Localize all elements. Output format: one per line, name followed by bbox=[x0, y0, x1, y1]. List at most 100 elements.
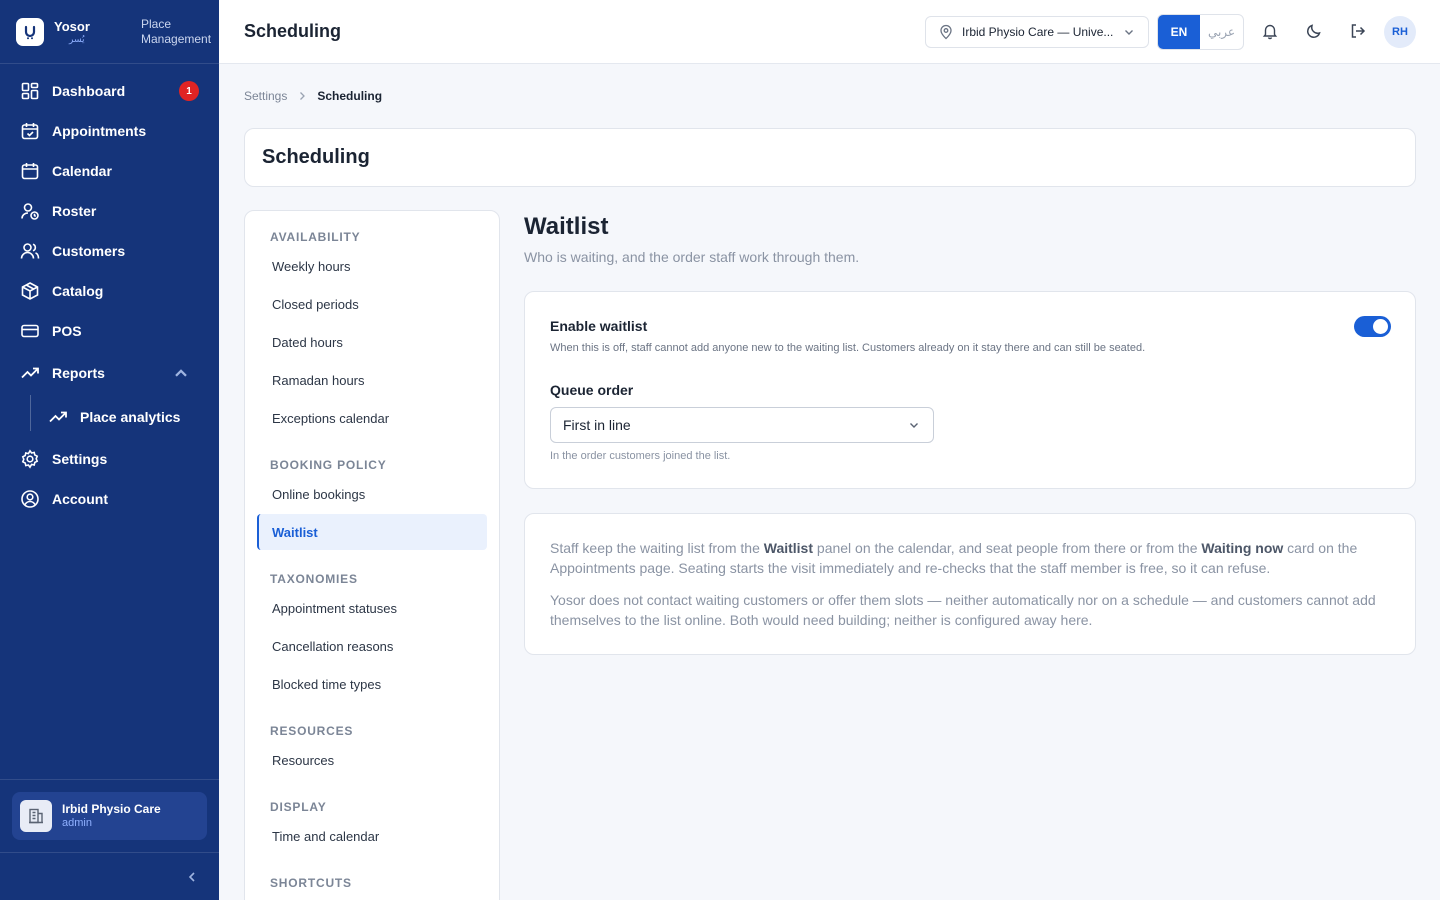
bell-icon[interactable] bbox=[1261, 22, 1279, 40]
subnav-item-blocked-time-types[interactable]: Blocked time types bbox=[257, 666, 487, 702]
sidebar-item-reports[interactable]: Reports bbox=[0, 351, 219, 395]
organization-switcher[interactable]: Irbid Physio Care admin bbox=[12, 792, 207, 840]
avatar[interactable]: RH bbox=[1384, 16, 1416, 48]
enable-waitlist-label: Enable waitlist bbox=[550, 318, 648, 334]
collapse-sidebar-button[interactable] bbox=[0, 852, 219, 900]
user-clock-icon bbox=[21, 203, 39, 220]
chevron-down-icon bbox=[1125, 30, 1133, 35]
moon-icon[interactable] bbox=[1305, 22, 1323, 40]
info-paragraph-1: Staff keep the waiting list from the Wai… bbox=[550, 540, 1358, 576]
section-title: Waitlist bbox=[524, 213, 609, 240]
sidebar-item-label: Reports bbox=[52, 365, 105, 381]
location-select[interactable]: Irbid Physio Care — Unive... bbox=[925, 16, 1149, 48]
sidebar-item-place-analytics[interactable]: Place analytics bbox=[0, 395, 219, 439]
subnav-item-closed-periods[interactable]: Closed periods bbox=[257, 286, 487, 322]
yosor-logo-icon bbox=[16, 17, 44, 46]
sidebar: Yosor يُسر Place Management Dashboard 1 … bbox=[0, 0, 219, 900]
map-pin-icon bbox=[940, 24, 952, 40]
queue-order-help: In the order customers joined the list. bbox=[550, 450, 731, 462]
language-arabic-button[interactable]: عربي bbox=[1200, 15, 1243, 49]
page-title: Scheduling bbox=[244, 21, 342, 41]
sidebar-item-pos[interactable]: POS bbox=[0, 311, 219, 351]
dashboard-icon bbox=[21, 82, 39, 100]
notification-badge: 1 bbox=[179, 81, 199, 101]
info-paragraph-2: Yosor does not contact waiting customers… bbox=[550, 592, 1376, 628]
subnav-heading-resources: RESOURCES bbox=[270, 724, 354, 738]
sidebar-nav: Dashboard 1 Appointments Calendar Roster… bbox=[0, 64, 219, 519]
sidebar-item-label: Catalog bbox=[52, 283, 104, 299]
credit-card-icon bbox=[21, 324, 39, 338]
sidebar-footer: Irbid Physio Care admin bbox=[0, 779, 219, 900]
sidebar-item-label: Calendar bbox=[52, 163, 112, 179]
chevron-up-icon[interactable] bbox=[171, 363, 191, 383]
enable-waitlist-help: When this is off, staff cannot add anyon… bbox=[550, 342, 1146, 354]
queue-order-value: First in line bbox=[563, 417, 631, 433]
sidebar-item-dashboard[interactable]: Dashboard 1 bbox=[0, 71, 219, 111]
settings-subnav: AVAILABILITY Weekly hours Closed periods… bbox=[244, 210, 500, 900]
brand-name-arabic: يُسر bbox=[69, 34, 85, 44]
subnav-heading-booking-policy: BOOKING POLICY bbox=[270, 458, 387, 472]
page-heading: Scheduling bbox=[262, 146, 370, 168]
subnav-item-online-bookings[interactable]: Online bookings bbox=[257, 476, 487, 512]
sidebar-item-label: Dashboard bbox=[52, 83, 126, 99]
users-icon bbox=[20, 243, 40, 259]
brand-subtitle-line2: Management bbox=[141, 31, 212, 46]
subnav-item-appointment-statuses[interactable]: Appointment statuses bbox=[257, 590, 487, 626]
sidebar-item-label: POS bbox=[52, 323, 82, 339]
waitlist-settings-card: Enable waitlist When this is off, staff … bbox=[524, 291, 1416, 489]
subnav-item-exceptions-calendar[interactable]: Exceptions calendar bbox=[257, 400, 487, 436]
chevron-down-icon bbox=[910, 423, 918, 428]
subnav-item-dated-hours[interactable]: Dated hours bbox=[257, 324, 487, 360]
sidebar-item-account[interactable]: Account bbox=[0, 479, 219, 519]
subnav-item-cancellation-reasons[interactable]: Cancellation reasons bbox=[257, 628, 487, 664]
enable-waitlist-toggle[interactable] bbox=[1354, 316, 1391, 337]
building-icon bbox=[20, 800, 52, 832]
trending-up-icon bbox=[21, 367, 39, 379]
box-icon bbox=[21, 282, 39, 300]
queue-order-label: Queue order bbox=[550, 382, 634, 398]
brand-subtitle-line1: Place bbox=[141, 16, 172, 31]
location-name: Irbid Physio Care — Unive... bbox=[962, 25, 1114, 39]
section-description: Who is waiting, and the order staff work… bbox=[524, 249, 860, 265]
sidebar-item-label: Roster bbox=[52, 203, 97, 219]
subnav-item-time-and-calendar[interactable]: Time and calendar bbox=[257, 818, 487, 854]
chevron-left-icon bbox=[188, 871, 195, 882]
sidebar-item-label: Customers bbox=[52, 243, 126, 259]
calendar-check-icon bbox=[21, 123, 39, 140]
subnav-item-ramadan-hours[interactable]: Ramadan hours bbox=[257, 362, 487, 398]
sidebar-item-catalog[interactable]: Catalog bbox=[0, 271, 219, 311]
sidebar-item-label: Appointments bbox=[52, 123, 147, 139]
sidebar-item-label: Place analytics bbox=[80, 409, 181, 425]
sidebar-item-label: Settings bbox=[52, 451, 108, 467]
sidebar-item-label: Account bbox=[52, 491, 108, 507]
brand[interactable]: Yosor يُسر Place Management bbox=[0, 0, 219, 64]
brand-name: Yosor bbox=[54, 19, 90, 34]
page-heading-card: Scheduling bbox=[244, 128, 1416, 187]
trending-up-icon bbox=[49, 411, 67, 423]
topbar: Scheduling Irbid Physio Care — Unive... … bbox=[219, 0, 1440, 64]
calendar-icon bbox=[21, 163, 39, 180]
breadcrumb-settings-link[interactable]: Settings bbox=[244, 89, 287, 103]
queue-order-select[interactable]: First in line bbox=[550, 407, 934, 443]
gear-icon bbox=[21, 449, 39, 469]
sidebar-item-roster[interactable]: Roster bbox=[0, 191, 219, 231]
subnav-heading-availability: AVAILABILITY bbox=[270, 230, 361, 244]
subnav-heading-display: DISPLAY bbox=[270, 800, 327, 814]
waitlist-info-card: Staff keep the waiting list from the Wai… bbox=[524, 513, 1416, 655]
subnav-item-resources[interactable]: Resources bbox=[257, 742, 487, 778]
breadcrumb-current: Scheduling bbox=[317, 89, 383, 103]
user-role: admin bbox=[62, 817, 92, 829]
subnav-heading-taxonomies: TAXONOMIES bbox=[270, 572, 358, 586]
logout-icon[interactable] bbox=[1349, 22, 1367, 40]
subnav-item-waitlist[interactable]: Waitlist bbox=[257, 514, 487, 550]
sidebar-item-calendar[interactable]: Calendar bbox=[0, 151, 219, 191]
language-english-button[interactable]: EN bbox=[1158, 15, 1200, 49]
sidebar-item-customers[interactable]: Customers bbox=[0, 231, 219, 271]
sidebar-item-appointments[interactable]: Appointments bbox=[0, 111, 219, 151]
subnav-heading-shortcuts: SHORTCUTS bbox=[270, 876, 352, 890]
breadcrumb: Settings Scheduling bbox=[244, 89, 382, 103]
sidebar-item-settings[interactable]: Settings bbox=[0, 439, 219, 479]
subnav-item-weekly-hours[interactable]: Weekly hours bbox=[257, 248, 487, 284]
organization-name: Irbid Physio Care bbox=[62, 802, 161, 816]
chevron-right-icon bbox=[300, 92, 306, 100]
